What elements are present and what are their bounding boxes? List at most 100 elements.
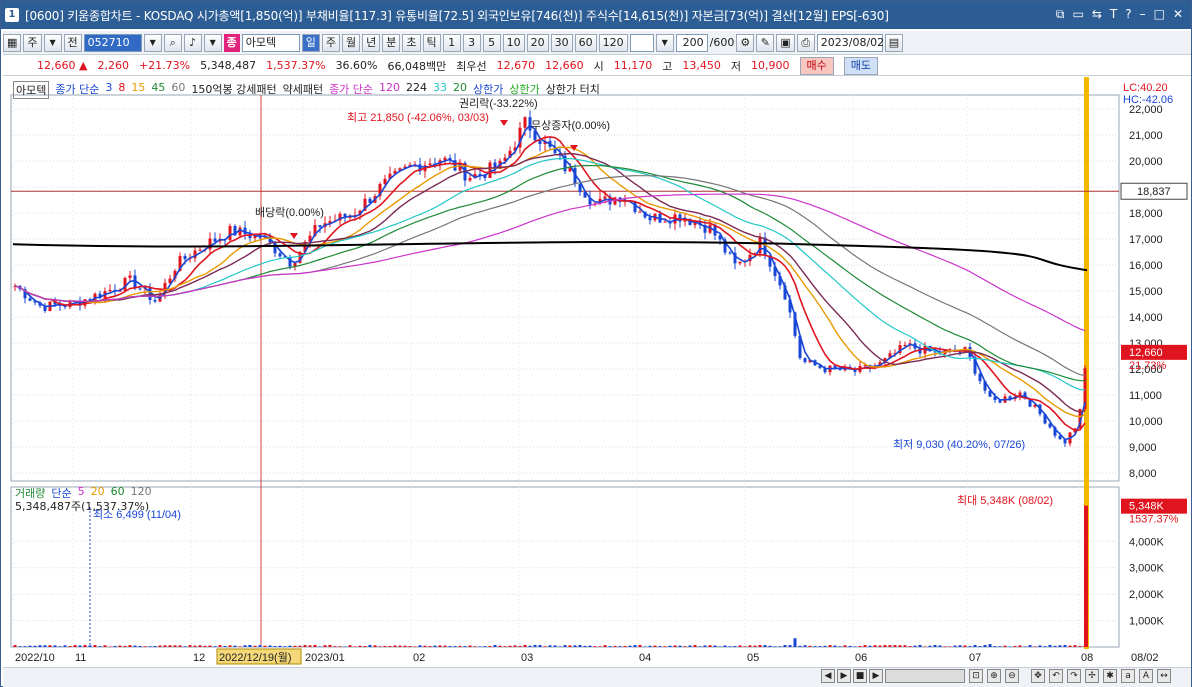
code-dropdown-icon[interactable]: ▼ [143,33,162,52]
legend-ma2-label[interactable]: 종가 단순 [329,81,373,99]
dropdown-icon[interactable]: ▼ [43,33,62,52]
volume-bar [153,646,157,647]
restore-icon[interactable]: ↔ [1157,669,1171,683]
help-icon[interactable]: ? [1125,7,1131,22]
interval-1-button[interactable]: 1 [442,33,461,52]
play-icon[interactable]: ▶ [869,669,883,683]
date-tick-label: 03 [521,652,533,664]
volume-bar [518,646,522,647]
low-price: 10,900 [751,59,790,72]
sound-dropdown-icon[interactable]: ▼ [203,33,222,52]
legend-ma15: 15 [131,81,146,94]
zoom-out-icon[interactable]: ⊖ [1005,669,1019,683]
interval-dropdown-icon[interactable]: ▼ [655,33,674,52]
volume-bar [228,645,232,647]
period-month-button[interactable]: 월 [342,33,361,52]
draw-icon[interactable]: ✎ [756,33,775,52]
legend-ma-label[interactable]: 종가 단순 [55,81,99,99]
interval-20-button[interactable]: 20 [526,33,549,52]
interval-10-button[interactable]: 10 [502,33,525,52]
date-tick-label: 08 [1081,652,1093,664]
interval-60-button[interactable]: 60 [574,33,597,52]
interval-5-button[interactable]: 5 [482,33,501,52]
volume-bar [303,644,307,647]
period-year-button[interactable]: 년 [362,33,381,52]
legend-upper-limit[interactable]: 상한가 [473,81,503,99]
bar-count-input[interactable]: 200 [675,33,708,52]
period-week-button[interactable]: 주 [321,33,341,52]
price-volume-chart[interactable]: 22,00021,00020,00019,00018,00017,00016,0… [1,77,1191,667]
stock-name-field[interactable]: 아모텍 [241,33,300,52]
sound-icon[interactable]: ♪ [183,33,202,52]
volume-bar [688,645,692,647]
buy-button[interactable]: 매수 [799,56,834,75]
legend-ma60: 60 [171,81,186,94]
search-icon[interactable]: ⌕ [163,33,182,52]
sell-button[interactable]: 매도 [843,56,878,75]
stop-icon[interactable]: ■ [853,669,867,683]
interval-3-button[interactable]: 3 [462,33,481,52]
period-day-button[interactable]: 일 [301,33,320,52]
volume-bar [208,645,212,647]
volume-tick-label: 1,000K [1129,616,1165,628]
tile-icon[interactable]: ⧉ [1056,7,1065,22]
text-icon[interactable]: T [1110,7,1117,22]
zoom-slider[interactable] [885,669,965,683]
close-icon[interactable]: ✕ [1173,7,1183,22]
stock-type-badge: 종 [223,33,240,52]
date-input[interactable]: 2023/08/02 [816,33,884,52]
candle-body [428,163,432,166]
window-icon[interactable]: ▭ [1072,7,1083,22]
volume-bar [138,646,142,647]
cursor-date-label: 2022/12/19(월) [219,651,292,664]
custom-interval-input[interactable] [629,33,654,52]
volume-bar [748,645,752,647]
calendar-icon[interactable]: ▤ [884,33,904,52]
interval-120-button[interactable]: 120 [598,33,628,52]
volume-bar [1018,645,1022,647]
volume-max-annotation: 최대 5,348K (08/02) [957,494,1053,507]
legend-stock-name[interactable]: 아모텍 [13,81,50,99]
volume-bar [783,645,787,647]
period-minute-button[interactable]: 분 [382,33,401,52]
undo-icon[interactable]: ↶ [1049,669,1063,683]
minimize-icon[interactable]: – [1140,7,1146,22]
maximize-icon[interactable]: □ [1154,7,1165,22]
font-larger-icon[interactable]: A [1139,669,1153,683]
crosshair-price-label: 18,837 [1137,186,1171,198]
all-button[interactable]: 전 [63,33,82,52]
link-icon[interactable]: ⇆ [1092,7,1102,22]
legend-weak-pattern[interactable]: 약세패턴 [283,81,323,99]
scroll-left-icon[interactable]: ◀ [821,669,835,683]
fit-icon[interactable]: ⊡ [969,669,983,683]
volume-bar [573,645,577,647]
volume-bar [583,645,587,647]
zoom-in-icon[interactable]: ⊕ [987,669,1001,683]
legend-upper-limit2[interactable]: 상한가 [509,81,539,99]
volume-bar [1068,645,1072,647]
low-label: 저 [730,59,741,73]
week-type-button[interactable]: 주 [23,33,42,52]
price-tick-label: 20,000 [1129,156,1163,168]
period-tick-button[interactable]: 틱 [422,33,441,52]
turnover: 36.60% [335,59,378,72]
stock-code-input[interactable]: 052710 [83,33,142,52]
settings-icon[interactable]: ⚙ [736,33,755,52]
legend-upper-touch[interactable]: 상한가 터치 [546,81,600,99]
pin-icon[interactable]: ✱ [1103,669,1117,683]
volume-bar [198,645,202,647]
layout-icon[interactable]: ▦ [3,33,22,52]
crosshair-icon[interactable]: ✢ [1085,669,1099,683]
interval-30-button[interactable]: 30 [550,33,573,52]
period-second-button[interactable]: 초 [402,33,421,52]
print-icon[interactable]: ⎙ [796,33,815,52]
volume-bar [743,646,747,647]
legend-pattern[interactable]: 150억봉 강세패턴 [191,81,276,99]
scroll-right-icon[interactable]: ▶ [837,669,851,683]
move-icon[interactable]: ✥ [1031,669,1045,683]
candle-body [383,178,387,185]
font-smaller-icon[interactable]: a [1121,669,1135,683]
volume-bar [728,646,732,647]
save-icon[interactable]: ▣ [776,33,795,52]
redo-icon[interactable]: ↷ [1067,669,1081,683]
